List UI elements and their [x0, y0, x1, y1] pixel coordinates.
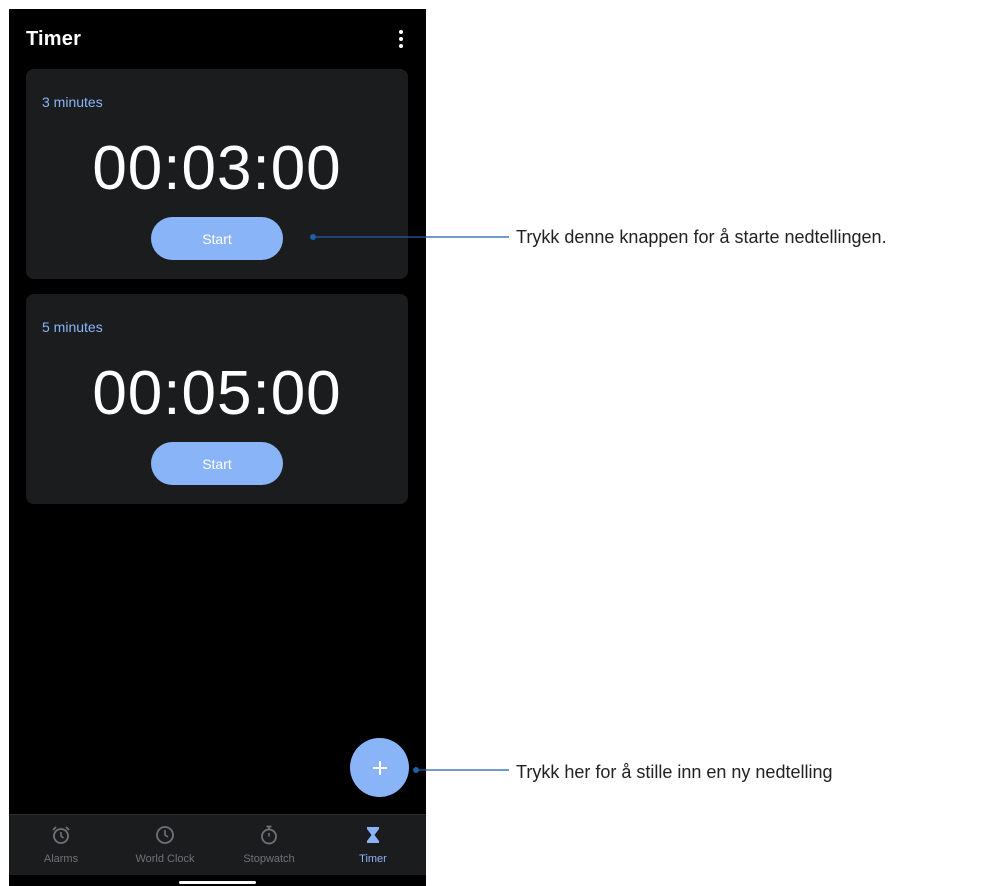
- nav-item-stopwatch[interactable]: Stopwatch: [217, 815, 321, 875]
- timer-time: 00:03:00: [92, 134, 342, 203]
- nav-label: World Clock: [135, 853, 195, 865]
- hourglass-icon: [367, 827, 379, 843]
- nav-item-alarms[interactable]: Alarms: [9, 815, 113, 875]
- figure: Timer 3 minutes 00:03:00 Start 5 minutes…: [0, 0, 991, 886]
- stopwatch-icon: [261, 825, 277, 845]
- nav-label: Stopwatch: [243, 853, 295, 865]
- timer-card[interactable]: 5 minutes 00:05:00 Start: [26, 294, 408, 504]
- nav-item-world-clock[interactable]: World Clock: [113, 815, 217, 875]
- nav-label: Alarms: [43, 853, 79, 865]
- timer-time: 00:05:00: [92, 359, 342, 428]
- start-button[interactable]: Start: [151, 442, 283, 485]
- add-timer-button[interactable]: [350, 738, 409, 797]
- add-callout-text: Trykk her for å stille inn en ny nedtell…: [516, 762, 833, 782]
- more-options-icon[interactable]: [393, 27, 409, 51]
- alarm-icon: [52, 826, 70, 844]
- page-title: Timer: [26, 28, 82, 50]
- timer-label: 5 minutes: [42, 319, 103, 335]
- home-indicator[interactable]: [179, 881, 256, 884]
- clock-icon: [156, 826, 174, 844]
- start-callout-text: Trykk denne knappen for å starte nedtell…: [516, 227, 887, 247]
- nav-item-timer[interactable]: Timer: [321, 815, 425, 875]
- timer-label: 3 minutes: [42, 94, 103, 110]
- start-button[interactable]: Start: [151, 217, 283, 260]
- nav-label: Timer: [359, 853, 387, 865]
- phone-screen: Timer 3 minutes 00:03:00 Start 5 minutes…: [9, 9, 426, 886]
- plus-icon: [372, 760, 387, 775]
- timer-card[interactable]: 3 minutes 00:03:00 Start: [26, 69, 408, 279]
- bottom-navigation: Alarms World Clock Stopwatch Timer: [9, 814, 426, 875]
